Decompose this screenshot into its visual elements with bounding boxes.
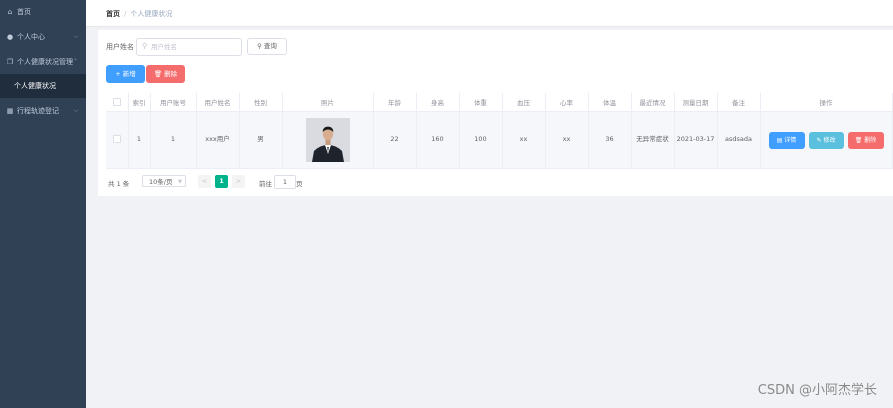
column-header: 操作 bbox=[760, 93, 893, 112]
edit-button[interactable]: ✎ 修改 bbox=[808, 131, 844, 149]
goto-page-input[interactable]: 1 bbox=[274, 175, 296, 189]
grid-icon: ▦ bbox=[6, 107, 14, 115]
cell-weight: 100 bbox=[459, 111, 503, 169]
cell-recent-status: 无异常症状 bbox=[631, 111, 675, 169]
view-icon: ▤ bbox=[776, 136, 783, 144]
search-label: 用户姓名 bbox=[106, 43, 134, 51]
column-header: 体温 bbox=[588, 93, 632, 112]
search-icon: ⚲ bbox=[257, 42, 262, 50]
data-table: 索引 用户账号 用户姓名 性别 照片 年龄 身高 体重 血压 心率 体温 最近情… bbox=[106, 93, 893, 169]
add-button-label: 新增 bbox=[122, 70, 136, 78]
home-icon: ⌂ bbox=[7, 8, 13, 16]
table-header-row: 索引 用户账号 用户姓名 性别 照片 年龄 身高 体重 血压 心率 体温 最近情… bbox=[106, 93, 893, 112]
user-icon: ● bbox=[6, 33, 14, 41]
sidebar-item-label: 个人中心 bbox=[17, 33, 45, 41]
edit-icon: ✎ bbox=[816, 136, 822, 144]
table-row: 1 1 xxx用户 男 22 160 100 xx xx 36 无异常症状 20… bbox=[106, 111, 893, 169]
page-size-select[interactable]: 10条/页 ▼ bbox=[142, 175, 186, 187]
next-page-button[interactable]: > bbox=[232, 175, 245, 188]
cell-heart-rate: xx bbox=[545, 111, 589, 169]
delete-button-label: 删除 bbox=[164, 70, 178, 78]
search-button-label: 查询 bbox=[263, 42, 277, 50]
chevron-down-icon: ⌵ bbox=[73, 107, 78, 114]
sidebar-item-personal-center[interactable]: ● 个人中心 ⌵ bbox=[0, 25, 86, 49]
column-header: 照片 bbox=[282, 93, 374, 112]
column-header: 最近情况 bbox=[631, 93, 675, 112]
search-icon: ⚲ bbox=[142, 42, 148, 50]
page-number-current[interactable]: 1 bbox=[215, 175, 228, 188]
cell-photo bbox=[282, 111, 374, 169]
cell-account: 1 bbox=[150, 111, 197, 169]
sidebar: ⌂ 首页 ● 个人中心 ⌵ ❐ 个人健康状况管理 ⌃ 个人健康状况 ▦ 行程轨迹登记 ⌵ bbox=[0, 0, 86, 408]
row-delete-button[interactable]: 🗑 删除 bbox=[847, 131, 884, 149]
column-header: 身高 bbox=[416, 93, 460, 112]
column-header: 年龄 bbox=[373, 93, 417, 112]
edit-label: 修改 bbox=[823, 136, 836, 144]
column-header: 索引 bbox=[128, 93, 151, 112]
sidebar-item-label: 行程轨迹登记 bbox=[17, 107, 59, 115]
sidebar-item-health-management[interactable]: ❐ 个人健康状况管理 ⌃ bbox=[0, 50, 86, 74]
chevron-down-icon: ▼ bbox=[178, 179, 182, 185]
select-all-header[interactable] bbox=[106, 93, 129, 112]
cell-age: 22 bbox=[373, 111, 417, 169]
sidebar-item-label: 个人健康状况管理 bbox=[17, 58, 73, 66]
cell-height: 160 bbox=[416, 111, 460, 169]
column-header: 性别 bbox=[239, 93, 283, 112]
sidebar-item-trip-registration[interactable]: ▦ 行程轨迹登记 ⌵ bbox=[0, 99, 86, 123]
goto-label: 前往 bbox=[259, 180, 272, 188]
column-header: 备注 bbox=[717, 93, 761, 112]
view-details-button[interactable]: ▤ 详情 bbox=[768, 131, 805, 149]
row-select-cell[interactable] bbox=[106, 111, 129, 169]
cell-gender: 男 bbox=[239, 111, 283, 169]
column-header: 血压 bbox=[502, 93, 546, 112]
user-photo[interactable] bbox=[305, 118, 350, 162]
row-checkbox[interactable] bbox=[112, 135, 121, 144]
page-size-value: 10条/页 bbox=[149, 178, 173, 186]
chevron-up-icon: ⌃ bbox=[72, 58, 78, 65]
sidebar-item-health-status[interactable]: 个人健康状况 bbox=[0, 74, 86, 98]
top-bar: 首页 / 个人健康状况 bbox=[86, 0, 893, 27]
search-button[interactable]: ⚲ 查询 bbox=[247, 38, 287, 55]
column-header: 体重 bbox=[459, 93, 503, 112]
breadcrumb-separator: / bbox=[124, 10, 127, 18]
person-photo-image bbox=[305, 118, 350, 162]
cell-temperature: 36 bbox=[588, 111, 632, 169]
cell-remark: asdsada bbox=[717, 111, 761, 169]
delete-button[interactable]: 🗑 删除 bbox=[146, 65, 185, 83]
column-header: 心率 bbox=[545, 93, 589, 112]
chevron-down-icon: ⌵ bbox=[73, 33, 78, 40]
search-field[interactable]: ⚲ bbox=[136, 38, 242, 56]
search-input[interactable] bbox=[151, 40, 237, 53]
cell-blood-pressure: xx bbox=[502, 111, 546, 169]
cell-index: 1 bbox=[128, 111, 151, 169]
breadcrumb: 首页 / 个人健康状况 bbox=[106, 9, 172, 19]
sidebar-item-label: 首页 bbox=[17, 8, 31, 16]
page-unit-label: 页 bbox=[296, 180, 303, 188]
sidebar-item-home[interactable]: ⌂ 首页 bbox=[0, 0, 86, 24]
prev-page-button[interactable]: < bbox=[198, 175, 211, 188]
trash-icon: 🗑 bbox=[153, 70, 163, 78]
content-card: 用户姓名 ⚲ ⚲ 查询 + 新增 🗑 删除 索引 用户账号 用户姓名 性别 照片 bbox=[98, 30, 893, 196]
cell-name: xxx用户 bbox=[196, 111, 240, 169]
plus-icon: + bbox=[115, 70, 121, 78]
view-details-label: 详情 bbox=[784, 136, 797, 144]
pagination-total: 共 1 条 bbox=[108, 180, 130, 188]
breadcrumb-home[interactable]: 首页 bbox=[106, 10, 120, 18]
watermark: CSDN @小阿杰学长 bbox=[757, 383, 877, 398]
sidebar-item-label: 个人健康状况 bbox=[14, 82, 56, 90]
add-button[interactable]: + 新增 bbox=[106, 65, 145, 83]
column-header: 用户姓名 bbox=[196, 93, 240, 112]
select-all-checkbox[interactable] bbox=[112, 98, 121, 106]
column-header: 测量日期 bbox=[674, 93, 718, 112]
document-icon: ❐ bbox=[6, 58, 14, 66]
column-header: 用户账号 bbox=[150, 93, 197, 112]
row-delete-label: 删除 bbox=[864, 136, 877, 144]
trash-icon: 🗑 bbox=[854, 136, 863, 144]
cell-actions: ▤ 详情 ✎ 修改 🗑 删除 bbox=[760, 111, 893, 169]
breadcrumb-current: 个人健康状况 bbox=[130, 10, 173, 18]
cell-measure-date: 2021-03-17 bbox=[674, 111, 718, 169]
